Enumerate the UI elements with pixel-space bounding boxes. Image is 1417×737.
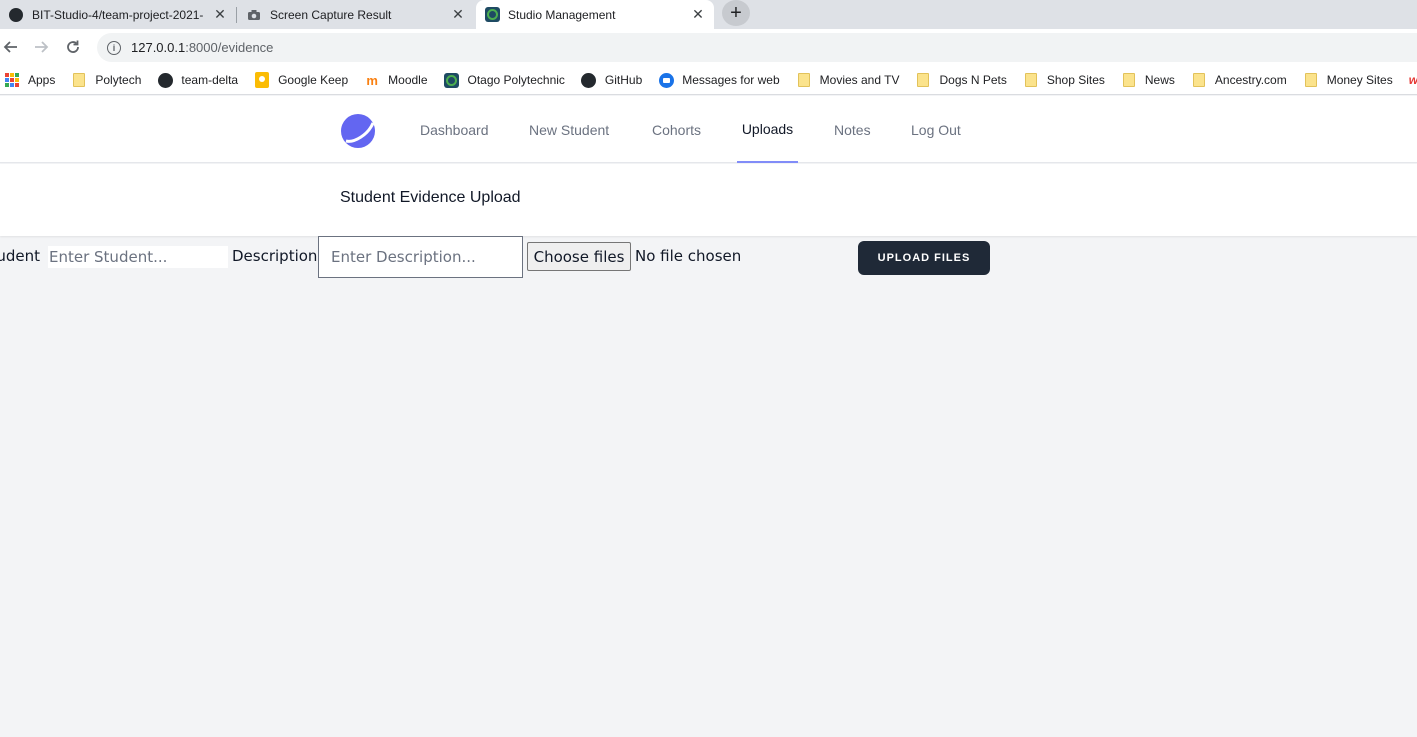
otago-icon xyxy=(484,7,500,23)
overflow-bookmark-icon[interactable]: w xyxy=(1401,68,1417,92)
back-icon[interactable] xyxy=(0,36,22,58)
file-status-text: No file chosen xyxy=(635,247,742,265)
folder-icon xyxy=(1303,72,1319,88)
github-icon xyxy=(8,7,24,23)
folder-icon xyxy=(1023,72,1039,88)
bookmark-polytech[interactable]: Polytech xyxy=(63,68,149,92)
bookmark-apps[interactable]: Apps xyxy=(0,68,63,92)
nav-cohorts[interactable]: Cohorts xyxy=(652,96,701,163)
bookmark-team-delta[interactable]: team-delta xyxy=(149,68,246,92)
tab-github-repo[interactable]: BIT-Studio-4/team-project-2021- ✕ xyxy=(0,0,236,29)
upload-form: Student Description Choose files No file… xyxy=(0,236,1417,280)
tab-title: Studio Management xyxy=(508,7,616,22)
info-icon[interactable]: i xyxy=(107,40,121,55)
camera-icon xyxy=(246,7,262,23)
url-text: 127.0.0.1:8000/evidence xyxy=(131,40,274,55)
app-logo-icon[interactable] xyxy=(340,113,376,149)
page-header: Student Evidence Upload xyxy=(0,164,1417,236)
bookmark-messages[interactable]: Messages for web xyxy=(650,68,787,92)
tab-title: BIT-Studio-4/team-project-2021- xyxy=(32,7,204,22)
folder-icon xyxy=(915,72,931,88)
apps-icon xyxy=(4,72,20,88)
bookmark-github[interactable]: GitHub xyxy=(573,68,650,92)
bookmark-ancestry[interactable]: Ancestry.com xyxy=(1183,68,1295,92)
choose-files-button[interactable]: Choose files xyxy=(527,242,631,271)
bookmark-shop-sites[interactable]: Shop Sites xyxy=(1015,68,1113,92)
bookmark-movies-tv[interactable]: Movies and TV xyxy=(788,68,908,92)
folder-icon xyxy=(71,72,87,88)
bookmark-otago-polytechnic[interactable]: Otago Polytechnic xyxy=(436,68,573,92)
close-tab-icon[interactable]: ✕ xyxy=(210,6,230,23)
app-navbar: Dashboard New Student Cohorts Uploads No… xyxy=(0,96,1417,163)
moodle-icon: m xyxy=(366,72,378,88)
reload-icon[interactable] xyxy=(62,36,84,58)
nav-uploads[interactable]: Uploads xyxy=(737,96,798,163)
page-content: Dashboard New Student Cohorts Uploads No… xyxy=(0,96,1417,737)
folder-icon xyxy=(796,72,812,88)
new-tab-button[interactable]: + xyxy=(722,0,750,26)
student-input[interactable] xyxy=(48,246,228,268)
folder-icon xyxy=(1191,72,1207,88)
keep-icon xyxy=(254,72,270,88)
description-input[interactable] xyxy=(318,236,523,278)
bookmark-google-keep[interactable]: Google Keep xyxy=(246,68,356,92)
github-icon xyxy=(581,72,597,88)
messages-icon xyxy=(658,72,674,88)
description-label: Description xyxy=(232,247,318,265)
bookmark-dogs-n-pets[interactable]: Dogs N Pets xyxy=(907,68,1014,92)
bookmarks-bar: Apps Polytech team-delta Google Keep m M… xyxy=(0,66,1417,95)
nav-notes[interactable]: Notes xyxy=(834,96,871,163)
tab-title: Screen Capture Result xyxy=(270,7,392,22)
bookmark-news[interactable]: News xyxy=(1113,68,1183,92)
tab-screen-capture[interactable]: Screen Capture Result ✕ xyxy=(238,0,474,29)
forward-icon[interactable] xyxy=(30,36,52,58)
bookmark-moodle[interactable]: m Moodle xyxy=(356,68,435,92)
folder-icon xyxy=(1121,72,1137,88)
browser-toolbar: i 127.0.0.1:8000/evidence xyxy=(0,29,1417,66)
nav-new-student[interactable]: New Student xyxy=(529,96,609,163)
tab-divider xyxy=(236,7,237,23)
tab-studio-management[interactable]: Studio Management ✕ xyxy=(476,0,714,29)
upload-files-button[interactable]: UPLOAD FILES xyxy=(858,241,990,275)
otago-icon xyxy=(444,72,460,88)
nav-log-out[interactable]: Log Out xyxy=(911,96,961,163)
github-icon xyxy=(157,72,173,88)
browser-tab-strip: BIT-Studio-4/team-project-2021- ✕ Screen… xyxy=(0,0,1417,29)
student-label: Student xyxy=(0,247,41,265)
close-tab-icon[interactable]: ✕ xyxy=(448,6,468,23)
address-bar[interactable]: i 127.0.0.1:8000/evidence xyxy=(97,33,1417,62)
page-title: Student Evidence Upload xyxy=(340,189,521,206)
bookmark-money-sites[interactable]: Money Sites xyxy=(1295,68,1401,92)
nav-dashboard[interactable]: Dashboard xyxy=(420,96,489,163)
close-tab-icon[interactable]: ✕ xyxy=(688,6,708,23)
